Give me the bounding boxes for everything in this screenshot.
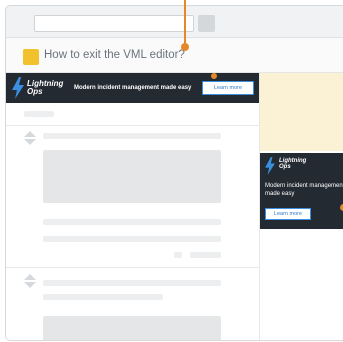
search-input[interactable] <box>34 15 194 32</box>
skeleton-line <box>43 280 221 286</box>
top-ad-banner[interactable]: Lightning Ops Modern incident management… <box>6 73 259 103</box>
question-title[interactable]: How to exit the VML editor? <box>44 49 185 61</box>
downvote-arrow-icon[interactable] <box>24 139 36 145</box>
upvote-arrow-icon[interactable] <box>24 131 36 137</box>
annotation-line <box>184 0 186 46</box>
skeleton-block <box>43 150 221 203</box>
top-bar <box>6 6 343 38</box>
question-body <box>6 103 259 340</box>
sidebar: Lightning Ops Modern incident management… <box>259 73 343 340</box>
annotation-dot <box>211 73 217 79</box>
sidebar-learn-more-button[interactable]: Learn more <box>265 208 311 220</box>
sidebar-ad-tagline: Modern incident management made easy <box>265 183 343 198</box>
banner-brand: Lightning Ops <box>27 79 64 96</box>
skeleton-line <box>43 236 221 242</box>
annotation-dot <box>181 43 189 51</box>
lightning-bolt-icon <box>265 157 275 175</box>
skeleton-line <box>174 252 182 258</box>
question-header: How to exit the VML editor? <box>6 39 343 73</box>
skeleton-line <box>24 111 54 117</box>
skeleton-line <box>43 219 221 225</box>
upvote-arrow-icon[interactable] <box>24 274 36 280</box>
downvote-arrow-icon[interactable] <box>24 282 36 288</box>
browser-frame: How to exit the VML editor? Lightning Op… <box>5 5 343 341</box>
banner-learn-more-button[interactable]: Learn more <box>202 81 254 95</box>
skeleton-block <box>43 316 221 340</box>
lightning-bolt-icon <box>12 77 24 99</box>
sidebar-ad-brand: Lightning Ops <box>279 158 307 170</box>
divider <box>6 125 259 126</box>
skeleton-line <box>190 252 221 258</box>
banner-tagline: Modern incident management made easy <box>74 85 192 91</box>
question-tag-square <box>23 49 39 65</box>
divider <box>6 267 259 268</box>
sidebar-notice-box <box>260 73 343 151</box>
skeleton-line <box>43 294 163 300</box>
top-bar-button[interactable] <box>198 15 215 32</box>
sidebar-ad[interactable]: Lightning Ops Modern incident management… <box>260 153 343 229</box>
skeleton-line <box>43 133 221 139</box>
